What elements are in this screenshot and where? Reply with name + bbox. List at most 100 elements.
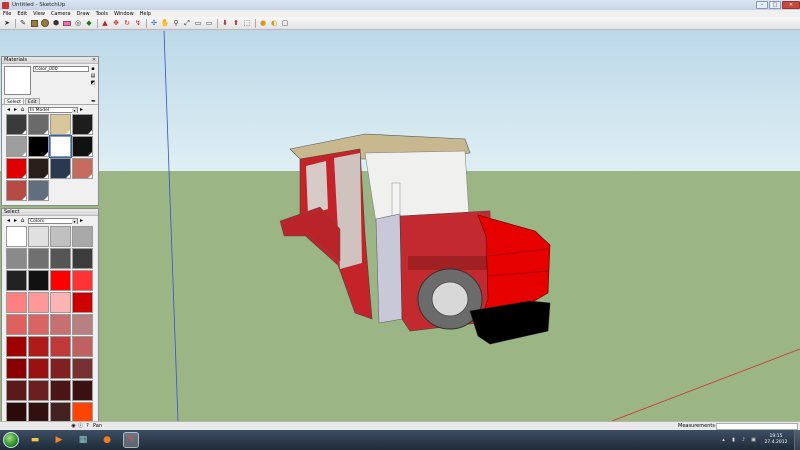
color-swatch[interactable] bbox=[72, 380, 93, 401]
color-swatch[interactable] bbox=[6, 226, 27, 247]
material-swatch[interactable] bbox=[50, 114, 71, 135]
color-swatch[interactable] bbox=[72, 226, 93, 247]
color-swatch[interactable] bbox=[50, 358, 71, 379]
firefox-taskbar-icon[interactable]: ● bbox=[99, 432, 115, 448]
zoom-extents-icon[interactable]: ⤢ bbox=[182, 18, 192, 28]
material-swatch[interactable] bbox=[28, 114, 49, 135]
photo-texture-icon[interactable]: ◐ bbox=[269, 18, 279, 28]
color-swatch[interactable] bbox=[6, 358, 27, 379]
google-earth-icon[interactable]: ● bbox=[258, 18, 268, 28]
explorer-taskbar-icon[interactable]: ▬ bbox=[27, 432, 43, 448]
color-swatch[interactable] bbox=[6, 380, 27, 401]
pan-tool-icon[interactable]: ✋ bbox=[160, 18, 170, 28]
eyedropper-icon[interactable]: ✒ bbox=[91, 98, 96, 105]
color-swatch[interactable] bbox=[72, 292, 93, 313]
menu-window[interactable]: Window bbox=[114, 11, 134, 17]
move-tool-icon[interactable]: ✥ bbox=[111, 18, 121, 28]
paint-bucket-icon[interactable]: ◆ bbox=[84, 18, 94, 28]
color-swatch[interactable] bbox=[50, 248, 71, 269]
color-swatch[interactable] bbox=[72, 336, 93, 357]
volume-icon[interactable]: ♪ bbox=[740, 437, 747, 444]
next-view-icon[interactable]: ▭ bbox=[204, 18, 214, 28]
orbit-tool-icon[interactable]: ✣ bbox=[149, 18, 159, 28]
material-swatch[interactable] bbox=[72, 158, 93, 179]
maximize-icon[interactable]: □ bbox=[769, 1, 781, 9]
menu-camera[interactable]: Camera bbox=[51, 11, 71, 17]
menu-edit[interactable]: Edit bbox=[17, 11, 27, 17]
polygon-tool-icon[interactable]: ⬢ bbox=[51, 18, 61, 28]
material-swatch[interactable] bbox=[50, 158, 71, 179]
home-icon[interactable]: ⌂ bbox=[19, 106, 26, 113]
color-swatch[interactable] bbox=[72, 358, 93, 379]
colors-collection-select[interactable]: Colors ▾ bbox=[28, 217, 78, 224]
start-button-icon[interactable] bbox=[3, 432, 19, 448]
menu-draw[interactable]: Draw bbox=[77, 11, 90, 17]
sketchup-taskbar-icon[interactable]: ✎ bbox=[123, 432, 139, 448]
forward-arrow-icon[interactable]: ▸ bbox=[12, 217, 19, 224]
circle-tool-icon[interactable] bbox=[40, 18, 50, 28]
material-swatch[interactable] bbox=[6, 180, 27, 201]
color-swatch[interactable] bbox=[72, 314, 93, 335]
color-swatch[interactable] bbox=[28, 292, 49, 313]
color-swatch[interactable] bbox=[28, 248, 49, 269]
previous-view-icon[interactable]: ▭ bbox=[193, 18, 203, 28]
color-swatch[interactable] bbox=[72, 248, 93, 269]
details-arrow-icon[interactable]: ▸ bbox=[78, 106, 85, 113]
back-arrow-icon[interactable]: ◂ bbox=[5, 106, 12, 113]
material-swatch[interactable] bbox=[6, 136, 27, 157]
warehouse-icon[interactable]: ▢ bbox=[280, 18, 290, 28]
language-icon[interactable]: ▣ bbox=[750, 437, 757, 444]
color-swatch[interactable] bbox=[6, 248, 27, 269]
color-swatch[interactable] bbox=[50, 292, 71, 313]
credits-icon[interactable]: ⓘ bbox=[77, 423, 84, 430]
share-model-icon[interactable]: ⬆ bbox=[231, 18, 241, 28]
color-swatch[interactable] bbox=[28, 358, 49, 379]
menu-help[interactable]: Help bbox=[140, 11, 151, 17]
get-models-icon[interactable]: ⬇ bbox=[220, 18, 230, 28]
default-material-icon[interactable]: ◩ bbox=[90, 80, 96, 86]
create-material-icon[interactable]: ▤ bbox=[90, 73, 96, 79]
rectangle-tool-icon[interactable] bbox=[29, 18, 39, 28]
color-swatch[interactable] bbox=[28, 380, 49, 401]
color-swatch[interactable] bbox=[28, 402, 49, 421]
help-icon[interactable]: ? bbox=[84, 423, 91, 430]
material-swatch[interactable] bbox=[6, 158, 27, 179]
color-swatch[interactable] bbox=[6, 270, 27, 291]
apps-taskbar-icon[interactable]: ▦ bbox=[75, 432, 91, 448]
collection-select[interactable]: In Model ▾ bbox=[28, 106, 78, 113]
material-swatch[interactable] bbox=[28, 180, 49, 201]
color-swatch[interactable] bbox=[28, 336, 49, 357]
3d-viewport[interactable]: Materials ✕ Color_000 ▪ ▤ ◩ Select Edit … bbox=[0, 31, 800, 421]
color-swatch[interactable] bbox=[50, 380, 71, 401]
tab-select[interactable]: Select bbox=[4, 98, 24, 105]
color-swatch[interactable] bbox=[28, 226, 49, 247]
display-secondary-icon[interactable]: ▪ bbox=[90, 66, 96, 72]
menu-view[interactable]: View bbox=[33, 11, 45, 17]
push-pull-icon[interactable]: ▲ bbox=[100, 18, 110, 28]
color-swatch[interactable] bbox=[72, 270, 93, 291]
show-desktop-button[interactable] bbox=[794, 430, 800, 450]
color-swatch[interactable] bbox=[28, 270, 49, 291]
material-swatch[interactable] bbox=[49, 135, 72, 158]
color-swatch[interactable] bbox=[50, 314, 71, 335]
details-arrow-icon[interactable]: ▸ bbox=[78, 217, 85, 224]
color-swatch[interactable] bbox=[6, 336, 27, 357]
tape-measure-icon[interactable]: ◎ bbox=[73, 18, 83, 28]
material-swatch[interactable] bbox=[72, 114, 93, 135]
color-swatch[interactable] bbox=[50, 402, 71, 421]
panel-close-icon[interactable]: ✕ bbox=[91, 57, 97, 63]
color-swatch[interactable] bbox=[28, 314, 49, 335]
measurements-input[interactable] bbox=[716, 423, 798, 430]
menu-file[interactable]: File bbox=[3, 11, 11, 17]
tray-arrow-icon[interactable]: ▴ bbox=[720, 437, 727, 444]
minimize-icon[interactable]: – bbox=[756, 1, 768, 9]
material-swatch[interactable] bbox=[28, 136, 49, 157]
select-tool-icon[interactable]: ➤ bbox=[2, 18, 12, 28]
rotate-tool-icon[interactable]: ↻ bbox=[122, 18, 132, 28]
forward-arrow-icon[interactable]: ▸ bbox=[12, 106, 19, 113]
close-icon[interactable]: ✕ bbox=[782, 1, 800, 9]
tab-edit[interactable]: Edit bbox=[24, 98, 40, 105]
material-swatch[interactable] bbox=[28, 158, 49, 179]
components-icon[interactable]: ⬚ bbox=[242, 18, 252, 28]
network-icon[interactable]: ▮ bbox=[730, 437, 737, 444]
